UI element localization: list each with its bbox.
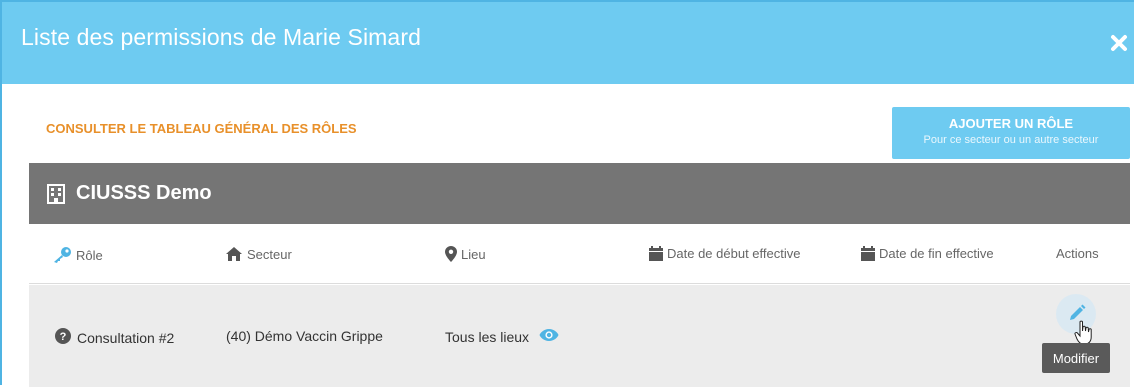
column-header-label: Secteur: [247, 246, 292, 262]
role-cell: ? Consultation #2: [55, 328, 174, 347]
column-header-place: Lieu: [445, 246, 486, 262]
place-name: Tous les lieux: [445, 328, 530, 345]
dialog-title: Liste des permissions de Marie Simard: [21, 24, 421, 50]
column-header-start-date: Date de début effective: [649, 246, 800, 261]
calendar-icon: [649, 246, 663, 261]
column-header-label: Date de début effective: [667, 246, 801, 261]
column-header-label: Date de fin effective: [879, 246, 994, 261]
role-name: Consultation #2: [77, 329, 175, 346]
column-header-label: Actions: [1056, 246, 1099, 261]
key-icon: [52, 246, 72, 264]
column-header-role: Rôle: [52, 246, 103, 264]
add-role-title: AJOUTER UN RÔLE: [948, 116, 1074, 131]
building-icon: [47, 184, 65, 204]
organization-header: CIUSSS Demo: [29, 163, 1130, 224]
close-icon[interactable]: [1104, 28, 1134, 58]
dialog-header: Liste des permissions de Marie Simard: [2, 2, 1134, 84]
table-header: Rôle Secteur Lieu Date de début effectiv…: [29, 224, 1130, 284]
svg-text:?: ?: [60, 331, 67, 343]
tooltip: Modifier: [1042, 343, 1110, 373]
calendar-icon: [861, 246, 875, 261]
eye-icon[interactable]: [539, 328, 559, 345]
column-header-end-date: Date de fin effective: [861, 246, 994, 261]
column-header-label: Lieu: [461, 246, 486, 262]
home-icon: [225, 246, 243, 262]
question-circle-icon[interactable]: ?: [55, 328, 71, 347]
place-cell: Tous les lieux: [445, 328, 559, 345]
column-header-actions: Actions: [1056, 246, 1099, 261]
sector-cell: (40) Démo Vaccin Grippe: [226, 328, 383, 344]
column-header-label: Rôle: [76, 247, 103, 263]
organization-name: CIUSSS Demo: [76, 182, 212, 204]
add-role-subtitle: Pour ce secteur ou un autre secteur: [923, 134, 1099, 146]
permissions-dialog: Liste des permissions de Marie Simard CO…: [0, 0, 1134, 387]
column-header-sector: Secteur: [225, 246, 292, 262]
table-row: ? Consultation #2 (40) Démo Vaccin Gripp…: [29, 285, 1130, 387]
organization-panel: CIUSSS Demo Rôle Secteur Lieu Date de dé…: [29, 163, 1130, 387]
add-role-button[interactable]: AJOUTER UN RÔLE Pour ce secteur ou un au…: [892, 107, 1130, 159]
general-roles-link[interactable]: CONSULTER LE TABLEAU GÉNÉRAL DES RÔLES: [46, 121, 357, 136]
map-marker-icon: [445, 246, 457, 262]
sector-name: (40) Démo Vaccin Grippe: [226, 328, 383, 344]
